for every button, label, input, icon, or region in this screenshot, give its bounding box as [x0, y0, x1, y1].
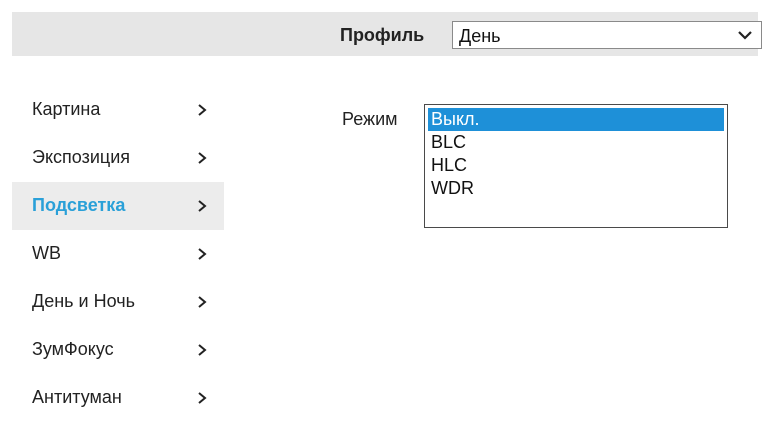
- sidebar-item-kartina[interactable]: Картина: [12, 86, 224, 134]
- sidebar-item-label: Экспозиция: [32, 147, 130, 167]
- chevron-right-icon: [198, 392, 207, 404]
- sidebar: Картина Экспозиция Подсветка WB День и Н…: [12, 86, 224, 422]
- sidebar-item-day-night[interactable]: День и Ночь: [12, 278, 224, 326]
- sidebar-item-defog[interactable]: Антитуман: [12, 374, 224, 422]
- mode-listbox[interactable]: Выкл. BLC HLC WDR: [424, 104, 728, 228]
- mode-option-hlc[interactable]: HLC: [428, 154, 724, 177]
- profile-bar: Профиль День: [12, 12, 762, 56]
- profile-label: Профиль: [340, 25, 425, 45]
- sidebar-item-wb[interactable]: WB: [12, 230, 224, 278]
- profile-select[interactable]: День: [452, 21, 762, 49]
- chevron-right-icon: [198, 104, 207, 116]
- sidebar-item-label: ЗумФокус: [32, 339, 114, 359]
- mode-option-wdr[interactable]: WDR: [428, 177, 724, 200]
- settings-page: Профиль День Картина Экспозиция Подсветк…: [0, 0, 768, 442]
- chevron-right-icon: [198, 296, 207, 308]
- sidebar-item-label: Картина: [32, 99, 101, 119]
- sidebar-item-zoom-focus[interactable]: ЗумФокус: [12, 326, 224, 374]
- mode-option-blc[interactable]: BLC: [428, 131, 724, 154]
- sidebar-item-label: День и Ночь: [32, 291, 135, 311]
- chevron-right-icon: [198, 152, 207, 164]
- sidebar-item-backlight[interactable]: Подсветка: [12, 182, 224, 230]
- sidebar-item-exposure[interactable]: Экспозиция: [12, 134, 224, 182]
- profile-select-value: День: [459, 26, 501, 46]
- sidebar-item-label: WB: [32, 243, 61, 263]
- sidebar-item-label: Антитуман: [32, 387, 122, 407]
- chevron-down-icon: [738, 31, 752, 40]
- chevron-right-icon: [198, 200, 207, 212]
- mode-label: Режим: [342, 109, 398, 129]
- chevron-right-icon: [198, 344, 207, 356]
- sidebar-item-label: Подсветка: [32, 195, 126, 215]
- chevron-right-icon: [198, 248, 207, 260]
- mode-option-off[interactable]: Выкл.: [428, 108, 724, 131]
